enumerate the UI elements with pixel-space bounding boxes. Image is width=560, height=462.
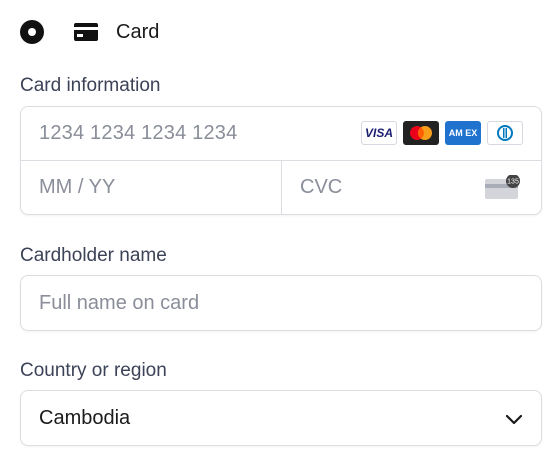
field-divider <box>281 161 282 215</box>
card-number-placeholder: 1234 1234 1234 1234 <box>39 122 238 144</box>
expiry-cvc-row: MM / YY CVC 135 <box>21 161 541 215</box>
cardholder-name-input[interactable]: Full name on card <box>20 275 542 331</box>
card-information-label: Card information <box>20 75 161 96</box>
card-number-field[interactable]: 1234 1234 1234 1234 VISA AM EX <box>21 107 541 161</box>
radio-dot <box>28 28 36 36</box>
visa-icon: VISA <box>361 121 397 145</box>
card-information-group: 1234 1234 1234 1234 VISA AM EX MM / YY C… <box>20 106 542 215</box>
cardholder-name-label: Cardholder name <box>20 245 167 266</box>
card-radio[interactable] <box>20 20 44 44</box>
expiry-field[interactable]: MM / YY <box>39 176 115 199</box>
country-select[interactable]: Cambodia <box>20 390 542 446</box>
amex-icon: AM EX <box>445 121 481 145</box>
mastercard-icon <box>403 121 439 145</box>
cvc-card-icon: 135 <box>485 175 520 199</box>
payment-method-label: Card <box>116 20 160 43</box>
payment-method-card-option[interactable]: Card <box>20 18 540 46</box>
diners-icon <box>487 121 523 145</box>
country-label: Country or region <box>20 360 167 381</box>
chevron-down-icon <box>505 414 523 425</box>
cvc-icon-text: 135 <box>507 179 519 186</box>
cvc-field[interactable]: CVC <box>300 176 342 199</box>
cardholder-name-placeholder: Full name on card <box>39 292 200 314</box>
card-brands: VISA AM EX <box>361 121 523 145</box>
country-value: Cambodia <box>39 407 131 429</box>
credit-card-icon <box>74 23 98 41</box>
